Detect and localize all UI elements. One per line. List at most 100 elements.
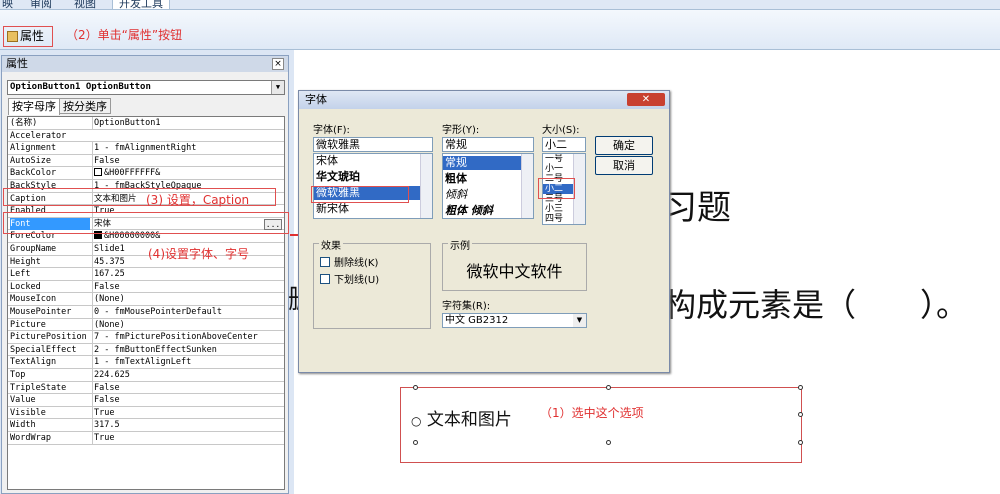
property-value[interactable]: (None) <box>92 293 282 306</box>
ok-button[interactable]: 确定 <box>595 136 653 155</box>
property-value-text: False <box>94 382 120 393</box>
property-name: MousePointer <box>10 307 72 317</box>
property-value[interactable]: 2 - fmButtonEffectSunken <box>92 343 282 356</box>
property-row[interactable]: AutoSize False <box>8 154 284 168</box>
property-value[interactable]: 1 - fmTextAlignLeft <box>92 356 282 369</box>
tab-alphabetic[interactable]: 按字母序 <box>8 98 60 115</box>
font-highlight <box>3 212 289 234</box>
font-list-item[interactable]: 宋体 <box>314 154 338 168</box>
ribbon-tab-view[interactable]: 视图 <box>74 0 96 10</box>
scrollbar[interactable] <box>420 154 432 218</box>
font-size-input[interactable]: 小二 <box>542 137 586 152</box>
style-list-item[interactable]: 粗体 倾斜 <box>443 204 493 218</box>
property-value[interactable]: &H00FFFFFF& <box>92 167 282 180</box>
strikethrough-checkbox[interactable]: 删除线(K) <box>320 254 378 269</box>
style-list[interactable]: 常规 粗体 倾斜 粗体 倾斜 <box>442 153 534 219</box>
ribbon-tab-bar: 映 审阅 视图 开发工具 <box>0 0 1000 10</box>
property-name: Accelerator <box>10 130 67 141</box>
style-list-item[interactable]: 粗体 <box>443 172 467 186</box>
property-value-text: Slide1 <box>94 244 125 254</box>
property-value[interactable]: 224.625 <box>92 369 282 381</box>
font-style-input[interactable]: 常规 <box>442 137 534 152</box>
property-name: GroupName <box>10 244 57 254</box>
font-name-input[interactable]: 微软雅黑 <box>313 137 433 152</box>
property-row[interactable]: (名称) OptionButton1 <box>8 117 284 130</box>
tab-categorized[interactable]: 按分类序 <box>59 98 111 114</box>
property-value[interactable]: 0 - fmMousePointerDefault <box>92 306 282 318</box>
handle[interactable] <box>798 412 803 417</box>
font-list-item[interactable]: 新宋体 <box>314 202 349 216</box>
property-value[interactable]: False <box>92 280 282 293</box>
property-row[interactable]: Picture (None) <box>8 318 284 332</box>
handle[interactable] <box>413 440 418 445</box>
property-value[interactable]: 167.25 <box>92 268 282 281</box>
property-row[interactable]: Visible True <box>8 406 284 420</box>
property-value[interactable]: 7 - fmPicturePositionAboveCenter <box>92 331 282 344</box>
size-list-item[interactable]: 小一 <box>543 164 563 174</box>
property-value[interactable]: False <box>92 381 282 394</box>
properties-button[interactable]: 属性 <box>3 26 53 47</box>
property-row[interactable]: TextAlign 1 - fmTextAlignLeft <box>8 356 284 369</box>
close-icon[interactable]: ✕ <box>627 93 665 106</box>
property-name: Visible <box>10 407 46 418</box>
property-value[interactable]: False <box>92 154 282 167</box>
property-name: Height <box>10 256 41 267</box>
property-name: AutoSize <box>10 155 51 166</box>
property-row[interactable]: Left 167.25 <box>8 268 284 281</box>
property-row[interactable]: PicturePosition 7 - fmPicturePositionAbov… <box>8 331 284 344</box>
handle[interactable] <box>798 440 803 445</box>
property-row[interactable]: SpecialEffect 2 - fmButtonEffectSunken <box>8 343 284 357</box>
ribbon-tab-review[interactable]: 审阅 <box>30 0 52 10</box>
property-value[interactable]: True <box>92 432 282 444</box>
style-label: 字形(Y): <box>442 125 480 136</box>
ribbon-tab-developer[interactable]: 开发工具 <box>112 0 170 10</box>
properties-button-label: 属性 <box>20 29 45 43</box>
close-icon[interactable]: × <box>272 58 284 70</box>
style-list-item[interactable]: 倾斜 <box>443 188 467 202</box>
size-label: 大小(S): <box>542 125 580 136</box>
style-list-item-selected[interactable]: 常规 <box>443 156 522 170</box>
property-row[interactable]: BackColor &H00FFFFFF& <box>8 167 284 180</box>
object-select-value: OptionButton1 OptionButton <box>10 82 151 92</box>
scrollbar[interactable] <box>521 154 533 218</box>
property-value[interactable]: (None) <box>92 318 282 331</box>
property-row[interactable]: Accelerator <box>8 130 284 143</box>
property-value-text: 1 - fmAlignmentRight <box>94 143 197 154</box>
property-value[interactable]: OptionButton1 <box>92 117 282 129</box>
property-row[interactable]: Width 317.5 <box>8 419 284 432</box>
cancel-button[interactable]: 取消 <box>595 156 653 175</box>
option-button[interactable]: ○ 文本和图片 <box>411 405 512 430</box>
handle[interactable] <box>606 440 611 445</box>
property-value[interactable]: 317.5 <box>92 419 282 432</box>
size-list-item[interactable]: 一号 <box>543 154 563 164</box>
property-value-text: 0 - fmMousePointerDefault <box>94 307 222 317</box>
property-value[interactable]: False <box>92 394 282 407</box>
property-row[interactable]: Alignment 1 - fmAlignmentRight <box>8 142 284 155</box>
font-list-item[interactable]: 华文琥珀 <box>314 170 360 184</box>
chevron-down-icon[interactable]: ▼ <box>271 81 284 94</box>
property-value-text: &H00FFFFFF& <box>104 168 161 179</box>
property-row[interactable]: TripleState False <box>8 381 284 395</box>
font-label: 字体(F): <box>313 125 350 136</box>
property-value[interactable]: True <box>92 406 282 419</box>
underline-checkbox[interactable]: 下划线(U) <box>320 271 379 286</box>
handle[interactable] <box>606 385 611 390</box>
property-row[interactable]: Value False <box>8 394 284 407</box>
size-list-item[interactable]: 小三 <box>543 204 563 214</box>
property-row[interactable]: MouseIcon (None) <box>8 293 284 306</box>
property-row[interactable]: Top 224.625 <box>8 369 284 382</box>
property-row[interactable]: MousePointer 0 - fmMousePointerDefault <box>8 306 284 319</box>
property-row[interactable]: Locked False <box>8 280 284 294</box>
object-select[interactable]: OptionButton1 OptionButton ▼ <box>7 80 285 95</box>
property-name: WordWrap <box>10 433 51 443</box>
size-list-item[interactable]: 四号 <box>543 214 563 224</box>
ribbon-tab-0[interactable]: 映 <box>2 0 13 10</box>
effects-group: 效果 删除线(K) 下划线(U) <box>313 237 431 329</box>
chevron-down-icon[interactable]: ▼ <box>573 314 586 327</box>
property-row[interactable]: WordWrap True <box>8 432 284 445</box>
property-value[interactable]: 1 - fmAlignmentRight <box>92 142 282 155</box>
handle[interactable] <box>798 385 803 390</box>
charset-select[interactable]: 中文 GB2312 ▼ <box>442 313 587 328</box>
handle[interactable] <box>413 385 418 390</box>
property-value-text: OptionButton1 <box>94 118 161 128</box>
